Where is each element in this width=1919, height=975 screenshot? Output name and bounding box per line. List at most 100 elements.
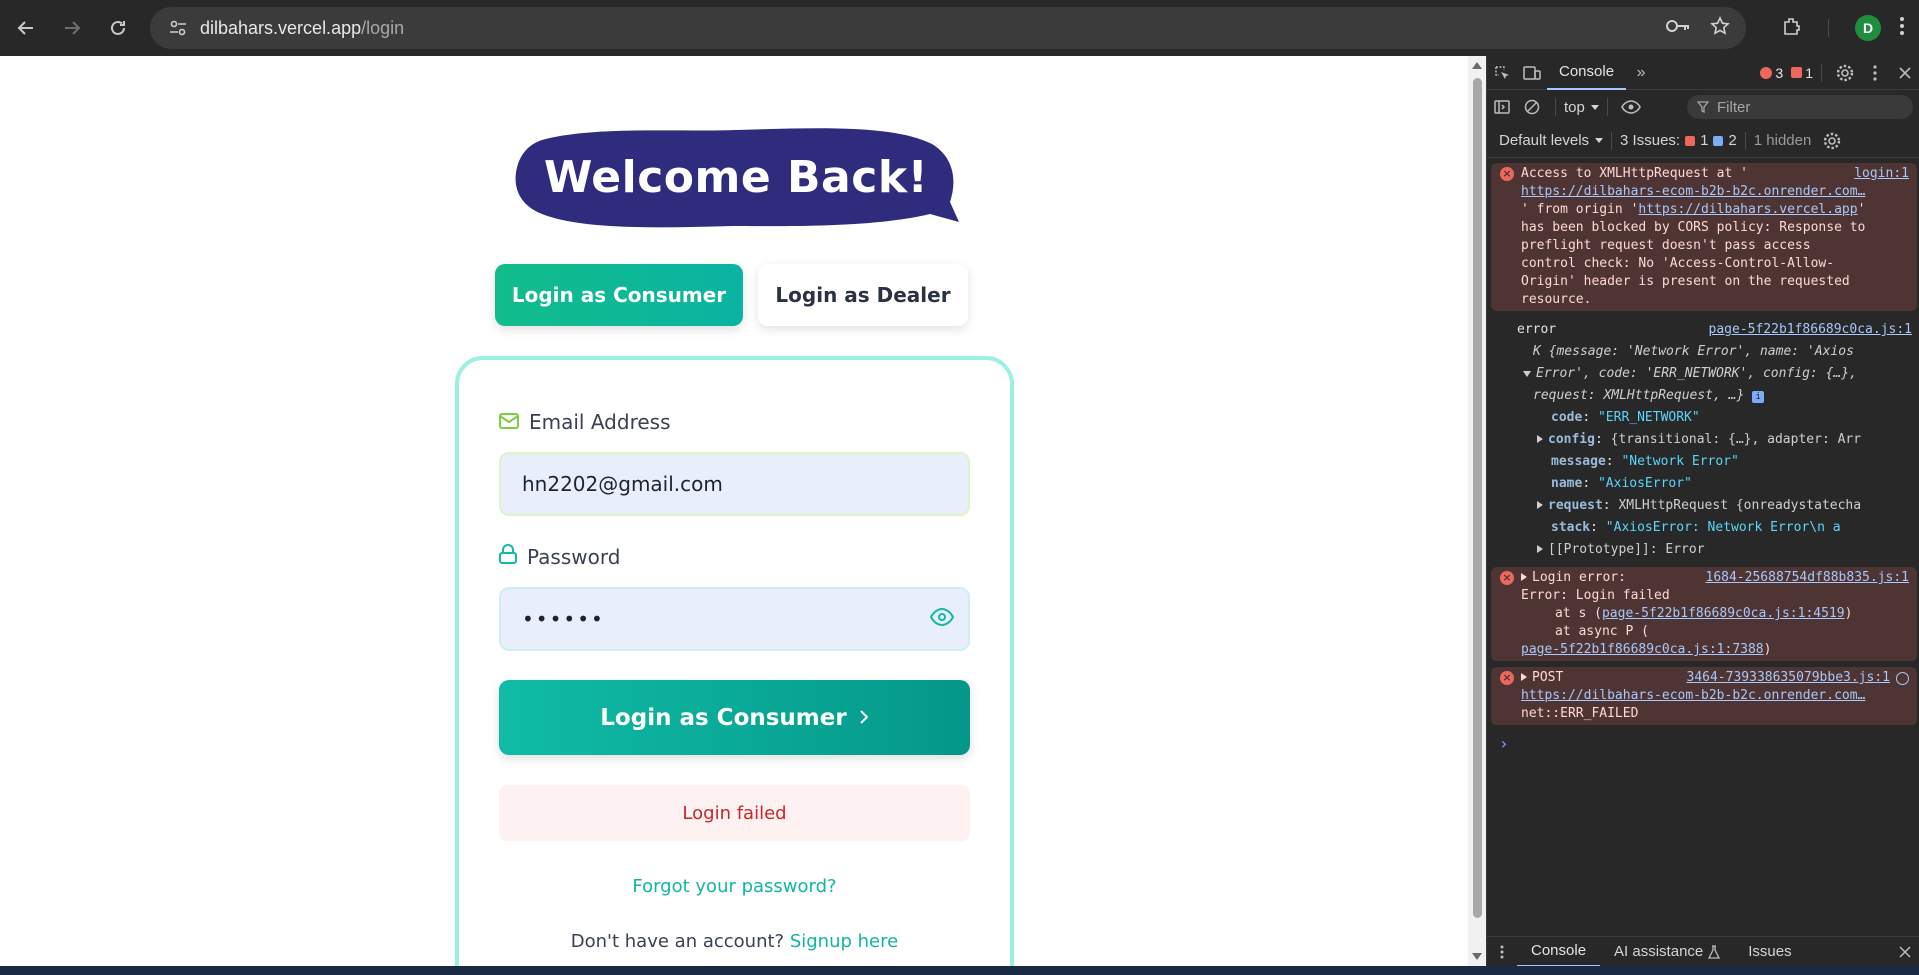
network-globe-icon[interactable] xyxy=(1896,671,1909,685)
object-preview-line: request: XMLHttpRequest, …} i xyxy=(1487,385,1919,407)
message-line: preflight request doesn't pass access xyxy=(1521,238,1811,253)
message-source-link[interactable]: 1684-25688754df88b835.js:1 xyxy=(1706,569,1910,587)
device-toolbar-icon[interactable] xyxy=(1517,58,1547,88)
error-circle-icon xyxy=(1760,66,1773,79)
console-filter-input[interactable]: Filter xyxy=(1687,95,1913,119)
message-url-link[interactable]: https://dilbahars-ecom-b2b-b2c.onrender.… xyxy=(1521,184,1865,199)
forward-icon[interactable] xyxy=(52,8,92,48)
expand-triangle-icon[interactable] xyxy=(1521,673,1527,681)
issues-summary[interactable]: 3 Issues: 1 2 xyxy=(1620,132,1737,149)
page-scrollbar[interactable] xyxy=(1468,56,1486,966)
warning-count: 1 xyxy=(1805,64,1813,81)
tab-login-dealer[interactable]: Login as Dealer xyxy=(758,264,968,326)
prop-stack: stack: "AxiosError: Network Error\n a xyxy=(1551,520,1841,535)
extensions-icon[interactable] xyxy=(1782,16,1802,41)
prop-key: code xyxy=(1551,410,1583,425)
menu-kebab-icon[interactable] xyxy=(1899,16,1905,41)
console-error-cors: × login:1 Access to XMLHttpRequest at ' … xyxy=(1491,163,1917,311)
stack-frame-link[interactable]: page-5f22b1f86689c0ca.js:1:4519 xyxy=(1602,606,1845,621)
sidebar-toggle-icon[interactable] xyxy=(1487,92,1517,122)
message-source-link[interactable]: login:1 xyxy=(1854,165,1909,183)
stack-frame-link[interactable]: page-5f22b1f86689c0ca.js:1:7388 xyxy=(1521,642,1764,657)
message-line: Error: Login failed xyxy=(1521,588,1670,603)
error-x-icon: × xyxy=(1500,571,1514,585)
forgot-password-link[interactable]: Forgot your password? xyxy=(459,876,1010,897)
error-counter[interactable]: 3 xyxy=(1760,65,1783,81)
email-value: hn2202@gmail.com xyxy=(522,472,723,496)
mail-icon xyxy=(499,410,519,434)
error-count: 3 xyxy=(1775,64,1784,81)
expand-triangle-icon[interactable] xyxy=(1537,501,1543,509)
site-info-icon[interactable] xyxy=(168,18,188,38)
error-message: Login failed xyxy=(682,802,787,824)
message-text: ' from origin ' xyxy=(1521,202,1639,217)
expand-triangle-icon[interactable] xyxy=(1537,435,1543,443)
welcome-banner: Welcome Back! xyxy=(512,122,960,234)
email-field[interactable]: hn2202@gmail.com xyxy=(499,452,970,516)
expand-triangle-icon[interactable] xyxy=(1523,371,1531,377)
more-tabs-icon[interactable]: » xyxy=(1626,58,1656,88)
password-field[interactable]: •••••• xyxy=(499,587,970,651)
scroll-up-arrow-icon[interactable] xyxy=(1472,62,1482,69)
reload-icon[interactable] xyxy=(98,8,138,48)
drawer-tab-console[interactable]: Console xyxy=(1517,937,1601,967)
filter-placeholder: Filter xyxy=(1717,98,1751,116)
role-tabs: Login as Consumer Login as Dealer xyxy=(495,264,968,326)
close-devtools-icon[interactable] xyxy=(1890,58,1919,88)
message-line: has been blocked by CORS policy: Respons… xyxy=(1521,220,1866,235)
prop-request[interactable]: request: XMLHttpRequest {onreadystatecha xyxy=(1487,495,1919,517)
console-error-post: × POST 3464-739338635079bbe3.js:1 https:… xyxy=(1491,667,1917,725)
devtools-menu-icon[interactable] xyxy=(1860,58,1890,88)
console-settings-gear-icon[interactable] xyxy=(1817,126,1847,156)
close-drawer-icon[interactable] xyxy=(1890,937,1919,967)
message-text: ' xyxy=(1857,202,1866,217)
info-badge-icon[interactable]: i xyxy=(1752,391,1765,403)
scroll-down-arrow-icon[interactable] xyxy=(1472,953,1482,960)
log-levels-select[interactable]: Default levels xyxy=(1487,132,1604,149)
clear-console-icon[interactable] xyxy=(1517,92,1547,122)
expand-triangle-icon[interactable] xyxy=(1537,545,1543,553)
console-error-login: × Login error: 1684-25688754df88b835.js:1… xyxy=(1491,567,1917,661)
prop-key: name xyxy=(1551,476,1583,491)
drawer-tab-issues[interactable]: Issues xyxy=(1734,937,1805,967)
object-preview-line[interactable]: Error', code: 'ERR_NETWORK', config: {…}… xyxy=(1487,363,1919,385)
avatar[interactable]: D xyxy=(1855,15,1881,41)
eye-icon[interactable] xyxy=(929,607,955,631)
message-source-link[interactable]: 3464-739338635079bbe3.js:1 xyxy=(1687,669,1891,687)
tab-login-consumer[interactable]: Login as Consumer xyxy=(495,264,743,326)
caret-down-icon xyxy=(1590,104,1599,110)
settings-gear-icon[interactable] xyxy=(1830,58,1860,88)
bookmark-star-icon[interactable] xyxy=(1710,15,1730,41)
context-value: top xyxy=(1564,98,1585,116)
inspect-element-icon[interactable] xyxy=(1487,58,1517,88)
object-preview-text: request: XMLHttpRequest, …} xyxy=(1533,388,1745,403)
prop-value: {transitional: {…}, adapter: Arr xyxy=(1610,432,1862,447)
issue-info-icon xyxy=(1713,135,1724,146)
tab-console[interactable]: Console xyxy=(1547,56,1627,90)
prop-prototype[interactable]: [[Prototype]]: Error xyxy=(1487,539,1919,561)
signup-link[interactable]: Signup here xyxy=(790,931,898,952)
context-select[interactable]: top xyxy=(1564,99,1599,116)
toolbar-divider xyxy=(1744,131,1746,150)
prop-value: "AxiosError" xyxy=(1597,476,1692,491)
message-source-link[interactable]: page-5f22b1f86689c0ca.js:1 xyxy=(1709,321,1913,339)
back-icon[interactable] xyxy=(6,8,46,48)
address-bar[interactable]: dilbahars.vercel.app/login xyxy=(150,7,1746,49)
login-submit-button[interactable]: Login as Consumer xyxy=(499,680,970,755)
expand-triangle-icon[interactable] xyxy=(1521,573,1527,581)
origin-link[interactable]: https://dilbahars.vercel.app xyxy=(1638,202,1857,217)
issue-error-icon xyxy=(1685,135,1696,146)
log-header: error page-5f22b1f86689c0ca.js:1 xyxy=(1487,319,1919,341)
console-prompt-caret-icon[interactable]: › xyxy=(1487,729,1919,753)
drawer-tab-ai-assistance[interactable]: AI assistance xyxy=(1600,937,1734,967)
warning-counter[interactable]: 1 xyxy=(1791,65,1813,81)
live-expression-eye-icon[interactable] xyxy=(1616,92,1646,122)
drawer-menu-icon[interactable] xyxy=(1487,937,1517,967)
prop-key: message xyxy=(1551,454,1606,469)
prop-config[interactable]: config: {transitional: {…}, adapter: Arr xyxy=(1487,429,1919,451)
object-preview[interactable]: K {message: 'Network Error', name: 'Axio… xyxy=(1487,341,1919,363)
password-key-icon[interactable] xyxy=(1666,19,1690,38)
message-url-link[interactable]: https://dilbahars-ecom-b2b-b2c.onrender.… xyxy=(1521,688,1865,703)
scrollbar-thumb[interactable] xyxy=(1473,78,1482,918)
drawer-tabs: Console AI assistance Issues xyxy=(1487,936,1919,967)
